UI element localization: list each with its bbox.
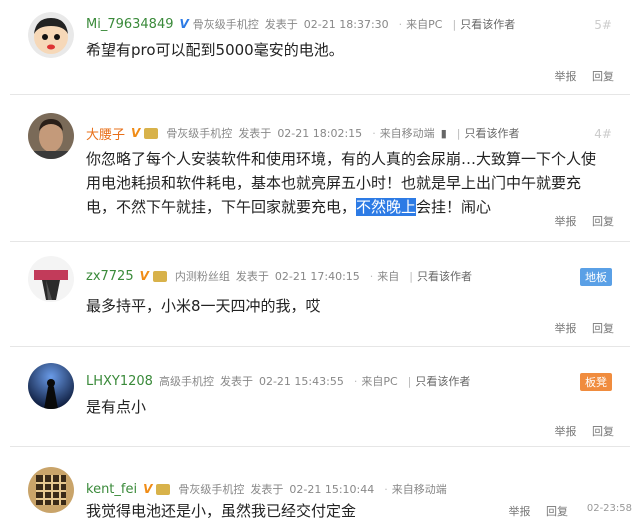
reply-button[interactable]: 回复 — [592, 70, 614, 83]
post-2: LHXY1208 高级手机控 发表于 02-21 15:43:55 · 来自PC… — [0, 347, 640, 447]
post-meta: Mi_79634849 V 骨灰级手机控 发表于 02-21 18:37:30 … — [86, 14, 515, 34]
level-icon — [156, 483, 171, 495]
post-source: 来自PC — [406, 18, 443, 31]
user-group: 骨灰级手机控 — [166, 127, 233, 140]
avatar[interactable] — [28, 467, 74, 513]
separator: · — [372, 126, 376, 140]
only-author-link[interactable]: 只看该作者 — [464, 125, 519, 141]
separator: | — [409, 269, 413, 283]
post-actions: 举报 回复 — [543, 320, 615, 336]
reply-button[interactable]: 回复 — [592, 425, 614, 438]
posted-label: 发表于 — [219, 375, 253, 388]
separator: · — [384, 482, 388, 496]
username[interactable]: zx7725 — [86, 269, 134, 284]
post-time: 02-21 15:43:55 — [258, 374, 344, 388]
post-meta: 大腰子 V 骨灰级手机控 发表于 02-21 18:02:15 · 来自移动端 … — [86, 123, 519, 143]
reply-button[interactable]: 回复 — [592, 215, 614, 228]
post-source: 来自 — [377, 270, 400, 283]
post-time: 02-21 18:37:30 — [303, 17, 389, 31]
avatar[interactable] — [28, 12, 74, 58]
floor-tag: 地板 — [580, 268, 612, 286]
level-icon — [152, 270, 167, 282]
only-author-link[interactable]: 只看该作者 — [417, 268, 472, 284]
reply-button[interactable]: 回复 — [546, 505, 568, 518]
floor-number: 5# — [594, 18, 612, 32]
user-group: 骨灰级手机控 — [192, 18, 259, 31]
post-actions: 举报 回复 — [497, 503, 569, 519]
report-button[interactable]: 举报 — [555, 322, 577, 335]
selected-text: 不然晚上 — [356, 198, 417, 216]
post-content: 你忽略了每个人安装软件和使用环境，有的人真的会尿崩…大致算一下个人使用电池耗损和… — [86, 147, 610, 219]
user-group: 骨灰级手机控 — [178, 483, 245, 496]
verified-icon: V — [179, 17, 189, 31]
username[interactable]: LHXY1208 — [86, 374, 153, 389]
verified-icon: V — [139, 269, 149, 283]
username[interactable]: 大腰子 — [86, 124, 125, 143]
post-source: 来自移动端 — [379, 127, 435, 140]
content-text: 你忽略了每个人安装软件和使用环境，有的人真的会尿崩…大致算一下个人使用电池耗损和… — [86, 150, 597, 216]
post-meta: LHXY1208 高级手机控 发表于 02-21 15:43:55 · 来自PC… — [86, 371, 470, 391]
posted-label: 发表于 — [235, 270, 269, 283]
post-time: 02-21 15:10:44 — [289, 482, 375, 496]
user-group: 内测粉丝组 — [174, 270, 230, 283]
post-time: 02-21 18:02:15 — [277, 126, 363, 140]
post-actions: 举报 回复 — [543, 68, 615, 84]
user-group: 高级手机控 — [158, 375, 214, 388]
post-content: 是有点小 — [86, 398, 147, 416]
post-5: Mi_79634849 V 骨灰级手机控 发表于 02-21 18:37:30 … — [0, 0, 640, 95]
separator: | — [407, 374, 412, 388]
separator: · — [353, 374, 358, 388]
posted-label: 发表于 — [250, 483, 284, 496]
floor-number: 4# — [594, 127, 612, 141]
separator: | — [456, 126, 461, 140]
report-button[interactable]: 举报 — [555, 215, 577, 228]
verified-icon: V — [143, 482, 153, 496]
only-author-link[interactable]: 只看该作者 — [460, 16, 515, 32]
post-1: kent_fei V 骨灰级手机控 发表于 02-21 15:10:44 · 来… — [0, 447, 640, 528]
username[interactable]: Mi_79634849 — [86, 17, 174, 32]
post-meta: kent_fei V 骨灰级手机控 发表于 02-21 15:10:44 · 来… — [86, 479, 453, 499]
report-button[interactable]: 举报 — [509, 505, 531, 518]
separator: | — [452, 17, 457, 31]
post-3: zx7725 V 内测粉丝组 发表于 02-21 17:40:15 · 来自 |… — [0, 242, 640, 347]
post-actions: 举报 回复 — [543, 423, 615, 439]
posted-label: 发表于 — [238, 127, 272, 140]
separator: · — [369, 269, 374, 283]
verified-icon: V — [131, 126, 141, 140]
only-author-link[interactable]: 只看该作者 — [415, 373, 470, 389]
reply-button[interactable]: 回复 — [592, 322, 614, 335]
level-icon — [144, 127, 159, 139]
content-text: 会挂！闹心 — [416, 198, 492, 216]
floor-tag: 板凳 — [580, 373, 612, 391]
avatar[interactable] — [28, 363, 74, 409]
avatar[interactable] — [28, 113, 74, 159]
avatar[interactable] — [28, 256, 74, 302]
posted-label: 发表于 — [264, 18, 298, 31]
username[interactable]: kent_fei — [86, 482, 137, 497]
post-actions: 举报 回复 — [543, 213, 615, 229]
post-source: 来自移动端 — [391, 483, 447, 496]
post-source: 来自PC — [361, 375, 398, 388]
post-content: 最多持平，小米8一天四冲的我，哎 — [86, 297, 321, 315]
signal-icon: ▮ — [440, 126, 447, 140]
report-button[interactable]: 举报 — [555, 425, 577, 438]
post-4: 大腰子 V 骨灰级手机控 发表于 02-21 18:02:15 · 来自移动端 … — [0, 95, 640, 242]
post-content: 希望有pro可以配到5000毫安的电池。 — [86, 41, 344, 59]
report-button[interactable]: 举报 — [555, 70, 577, 83]
separator: · — [398, 17, 403, 31]
post-time: 02-21 17:40:15 — [274, 269, 360, 283]
post-meta: zx7725 V 内测粉丝组 发表于 02-21 17:40:15 · 来自 |… — [86, 266, 472, 286]
